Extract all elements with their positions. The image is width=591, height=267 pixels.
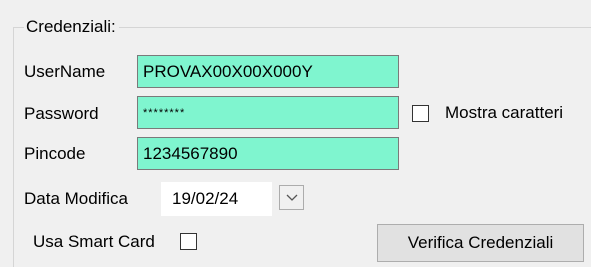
data-modifica-label: Data Modifica: [24, 189, 128, 208]
smart-card-checkbox[interactable]: [180, 233, 197, 250]
username-field[interactable]: [137, 55, 399, 88]
password-field[interactable]: [137, 96, 399, 129]
date-value: 19/02/24: [172, 189, 239, 208]
date-picker[interactable]: 19/02/24: [161, 182, 272, 216]
show-characters-label: Mostra caratteri: [445, 103, 564, 122]
verify-credentials-button[interactable]: Verifica Credenziali: [377, 224, 584, 262]
date-dropdown-button[interactable]: [279, 185, 304, 210]
password-label: Password: [24, 104, 99, 123]
show-characters-checkbox[interactable]: [412, 105, 429, 122]
username-label: UserName: [24, 62, 106, 81]
pincode-field[interactable]: [137, 137, 399, 170]
group-title: Credenziali:: [24, 16, 119, 38]
chevron-down-icon: [286, 194, 298, 201]
pincode-label: Pincode: [24, 144, 86, 163]
smart-card-label: Usa Smart Card: [33, 232, 155, 251]
